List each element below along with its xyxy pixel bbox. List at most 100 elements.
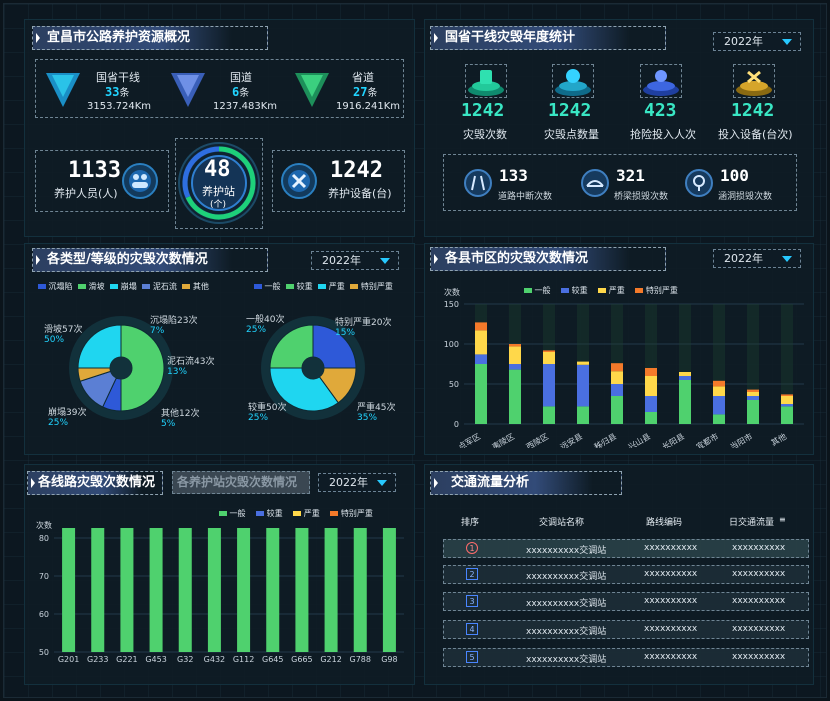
bar-segment[interactable] (713, 380, 725, 387)
x-tick-label: G212 (320, 655, 341, 664)
equipment-input-icon (736, 70, 772, 96)
x-tick-label: 点军区 (457, 432, 482, 448)
year-select[interactable]: 2022年 (713, 32, 801, 51)
bar-segment[interactable] (645, 396, 657, 412)
bar-segment[interactable] (679, 376, 691, 380)
bar-segment[interactable] (645, 368, 657, 376)
bar-segment[interactable] (611, 396, 623, 424)
bar-segment[interactable] (475, 330, 487, 355)
bar-segment[interactable] (509, 369, 521, 424)
wrench-icon (281, 163, 317, 199)
bar-segment[interactable] (577, 406, 589, 424)
y-tick-label: 0 (454, 420, 459, 429)
x-tick-label: 秭归县 (592, 431, 618, 448)
bar-segment[interactable] (543, 364, 555, 407)
station-value: 48 (204, 157, 231, 182)
bar-segment[interactable] (713, 396, 725, 415)
bar-segment[interactable] (207, 528, 221, 652)
table-row[interactable]: 4 xxxxxxxxxx交调站 xxxxxxxxxx xxxxxxxxxx (443, 620, 809, 639)
road-icon (464, 169, 492, 197)
bar-segment[interactable] (475, 322, 487, 331)
bar-segment[interactable] (747, 400, 759, 424)
legend-levels: 一般 较重 严重 特别严重 (524, 285, 678, 296)
table-row[interactable]: 5 xxxxxxxxxx交调站 xxxxxxxxxx xxxxxxxxxx (443, 648, 809, 667)
equipment-label: 养护设备(台) (328, 187, 392, 200)
bridge-icon (581, 169, 609, 197)
y-tick-label: 80 (39, 534, 49, 543)
pie-center (110, 357, 132, 379)
bar-segment[interactable] (295, 528, 309, 652)
bar-segment[interactable] (781, 404, 793, 407)
bar-segment[interactable] (475, 354, 487, 364)
tab-route[interactable]: 各线路灾毁次数情况 (27, 471, 163, 495)
bar-segment[interactable] (577, 361, 589, 365)
x-tick-label: G788 (350, 655, 371, 664)
x-tick-label: G221 (116, 655, 137, 664)
bar-segment[interactable] (747, 392, 759, 396)
bar-segment[interactable] (178, 528, 192, 652)
year-select[interactable]: 2022年 (318, 473, 396, 492)
bar-segment[interactable] (645, 412, 657, 424)
pie2-label: 较重50次 25% (248, 403, 287, 423)
x-tick-label: 夷陵区 (490, 431, 516, 448)
x-tick-label: G233 (87, 655, 108, 664)
bar-segment[interactable] (149, 528, 163, 652)
bar-segment[interactable] (747, 389, 759, 392)
x-tick-label: G201 (58, 655, 79, 664)
chevron-down-icon (377, 480, 387, 486)
bar-segment[interactable] (353, 528, 367, 652)
station-unit: (个) (210, 200, 227, 210)
bar-segment[interactable] (679, 380, 691, 424)
bar-segment[interactable] (509, 344, 521, 347)
x-tick-label: 西陵区 (525, 432, 550, 448)
bar-segment[interactable] (611, 371, 623, 384)
bar-segment[interactable] (475, 364, 487, 424)
bar-segment[interactable] (509, 346, 521, 364)
bar-segment[interactable] (713, 386, 725, 396)
panel-title: 各县市区的灾毁次数情况 (430, 247, 666, 271)
bar-segment[interactable] (781, 394, 793, 396)
bar-segment[interactable] (679, 372, 691, 376)
bar-segment[interactable] (91, 528, 105, 652)
bar-segment[interactable] (543, 352, 555, 364)
bar-segment[interactable] (324, 528, 338, 652)
x-tick-label: G453 (145, 655, 166, 664)
sort-icon[interactable]: ≡ (779, 515, 786, 524)
bar-segment[interactable] (266, 528, 280, 652)
panel-title: 交通流量分析 (430, 471, 622, 495)
x-tick-label: 其他 (769, 431, 788, 448)
rescue-personnel-icon (643, 70, 679, 96)
bar-segment[interactable] (747, 396, 759, 400)
x-tick-label: G645 (262, 655, 283, 664)
x-tick-label: G432 (204, 655, 225, 664)
bar-segment[interactable] (120, 528, 134, 652)
bar-segment[interactable] (713, 414, 725, 424)
pie2-label: 一般40次 25% (246, 315, 285, 335)
y-tick-label: 100 (444, 340, 459, 349)
y-tick-label: 70 (39, 572, 49, 581)
bar-segment[interactable] (62, 528, 76, 652)
bar-segment[interactable] (645, 376, 657, 396)
table-row[interactable]: 1 xxxxxxxxxx交调站 xxxxxxxxxx xxxxxxxxxx (443, 539, 809, 558)
x-tick-label: 兴山县 (626, 431, 652, 448)
pie1-label: 滑坡57次 50% (44, 325, 83, 345)
bar-segment[interactable] (577, 364, 589, 407)
table-row[interactable]: 2 xxxxxxxxxx交调站 xxxxxxxxxx xxxxxxxxxx (443, 565, 809, 584)
y-tick-label: 50 (39, 648, 49, 657)
bar-segment[interactable] (543, 350, 555, 352)
bar-segment[interactable] (781, 406, 793, 424)
bar-segment[interactable] (543, 406, 555, 424)
bar-segment[interactable] (382, 528, 396, 652)
bar-segment[interactable] (509, 364, 521, 370)
rank-badge: 1 (466, 542, 478, 554)
year-select[interactable]: 2022年 (713, 249, 801, 268)
x-tick-label: 宜都市 (694, 431, 720, 448)
bar-segment[interactable] (237, 528, 251, 652)
bar-segment[interactable] (611, 363, 623, 372)
tab-station[interactable]: 各养护站灾毁次数情况 (172, 471, 310, 494)
bar-segment[interactable] (781, 396, 793, 404)
county-bar-chart: 0 50 100 150 点军区 夷陵区 西陵区 远安县 秭归县 兴山县 长阳县 宜都市 当阳市 其他 (444, 300, 804, 448)
year-select[interactable]: 2022年 (311, 251, 399, 270)
table-row[interactable]: 3 xxxxxxxxxx交调站 xxxxxxxxxx xxxxxxxxxx (443, 592, 809, 611)
bar-segment[interactable] (611, 384, 623, 396)
